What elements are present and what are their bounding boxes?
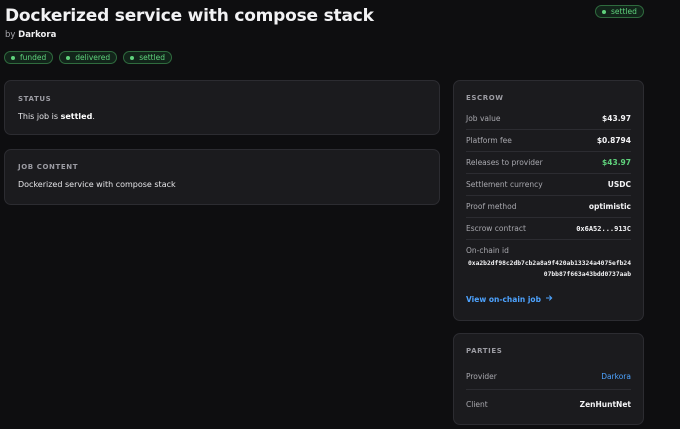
- view-onchain-link[interactable]: View on-chain job: [466, 294, 553, 304]
- status-card: STATUS This job is settled.: [4, 80, 440, 135]
- row-value: $43.97: [602, 114, 631, 123]
- escrow-row-releases: Releases to provider $43.97: [466, 152, 631, 174]
- row-key: Escrow contract: [466, 224, 526, 233]
- row-value: 0x6A52...913C: [576, 224, 631, 233]
- byline-prefix: by: [5, 30, 16, 40]
- byline: by Darkora: [5, 30, 56, 40]
- job-content-label: JOB CONTENT: [18, 163, 79, 171]
- escrow-row-job-value: Job value $43.97: [466, 108, 631, 130]
- parties-label: PARTIES: [466, 347, 503, 355]
- job-content-text: Dockerized service with compose stack: [18, 180, 176, 189]
- arrow-right-icon: [545, 294, 553, 304]
- client-name: ZenHuntNet: [579, 399, 631, 409]
- row-value: USDC: [607, 180, 631, 189]
- escrow-label: ESCROW: [466, 94, 504, 102]
- status-text-prefix: This job is: [18, 112, 59, 121]
- row-key: Releases to provider: [466, 158, 543, 167]
- status-badge-label: settled: [611, 7, 637, 16]
- row-value: $43.97: [602, 158, 631, 167]
- client-label: Client: [466, 399, 488, 409]
- escrow-row-currency: Settlement currency USDC: [466, 174, 631, 196]
- status-dot-icon: [66, 55, 71, 60]
- author-name: Darkora: [18, 30, 57, 40]
- provider-link[interactable]: Darkora: [601, 372, 631, 381]
- status-badges: funded delivered settled: [4, 51, 173, 64]
- status-badge-top: settled: [595, 5, 644, 18]
- status-value: settled: [60, 112, 93, 121]
- escrow-row-platform-fee: Platform fee $0.8794: [466, 130, 631, 152]
- row-key: Settlement currency: [466, 180, 543, 189]
- status-text: This job is settled.: [18, 112, 426, 121]
- row-value: $0.8794: [596, 136, 631, 145]
- status-text-suffix: .: [92, 112, 95, 121]
- parties-card: PARTIES Provider Darkora Client ZenHuntN…: [453, 333, 644, 425]
- badge-label: funded: [20, 53, 47, 62]
- escrow-row-proof-method: Proof method optimistic: [466, 196, 631, 218]
- row-key: Platform fee: [466, 136, 512, 145]
- status-dot-icon: [130, 55, 135, 60]
- badge-settled: settled: [123, 51, 173, 64]
- page-title: Dockerized service with compose stack: [5, 6, 374, 26]
- onchain-id-value: 0xa2b2df98c2db7cb2a8a9f420ab13324a4075ef…: [467, 260, 631, 278]
- badge-funded: funded: [4, 51, 54, 64]
- escrow-row-contract: Escrow contract 0x6A52...913C: [466, 218, 631, 240]
- parties-row-provider: Provider Darkora: [466, 364, 631, 390]
- view-onchain-label: View on-chain job: [466, 294, 541, 304]
- badge-delivered: delivered: [59, 51, 118, 64]
- job-content-card: JOB CONTENT Dockerized service with comp…: [4, 149, 440, 205]
- row-value: optimistic: [588, 202, 631, 211]
- badge-label: settled: [139, 53, 166, 62]
- row-key: Proof method: [466, 202, 517, 211]
- escrow-card: ESCROW Job value $43.97 Platform fee $0.…: [453, 80, 644, 321]
- provider-label: Provider: [466, 372, 497, 381]
- status-dot-icon: [11, 55, 15, 60]
- parties-row-client: Client ZenHuntNet: [466, 390, 631, 418]
- status-dot-icon: [602, 9, 606, 14]
- onchain-id-label: On-chain id: [466, 246, 509, 255]
- status-card-label: STATUS: [18, 95, 52, 103]
- badge-label: delivered: [75, 53, 111, 62]
- row-key: Job value: [466, 114, 501, 123]
